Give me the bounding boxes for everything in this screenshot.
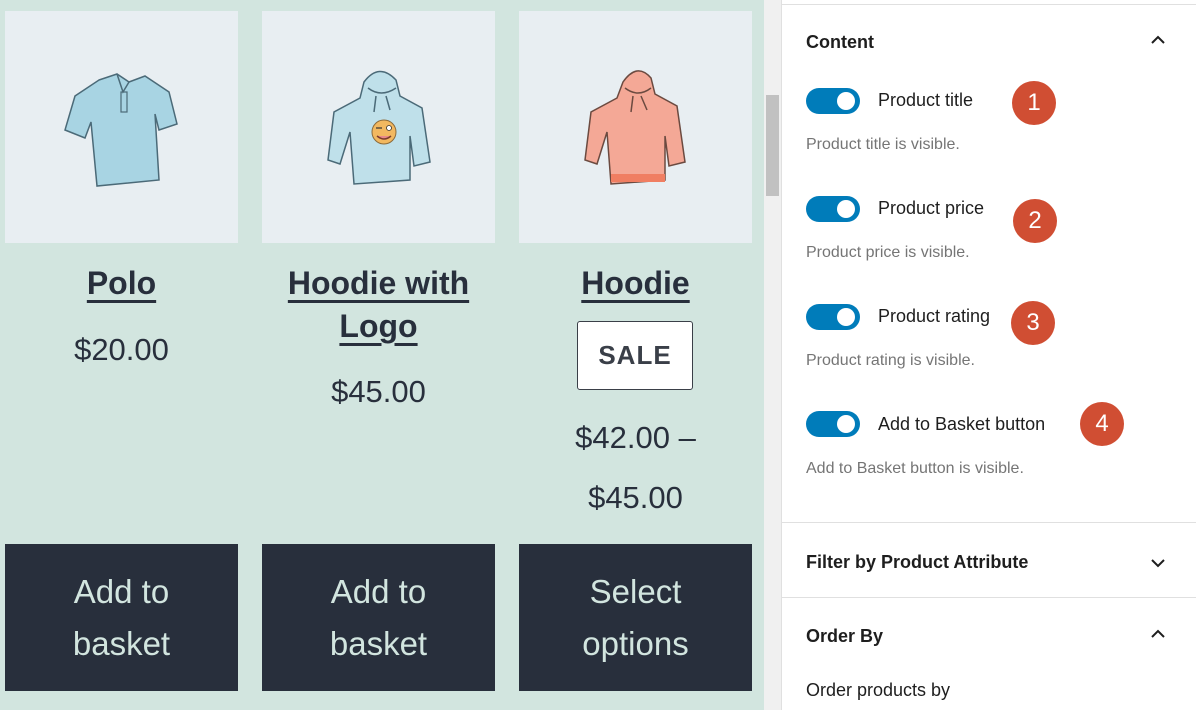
panel-title-content[interactable]: Content bbox=[806, 32, 874, 53]
panel-title-filter-by-attribute[interactable]: Filter by Product Attribute bbox=[806, 552, 1028, 573]
toggle-knob bbox=[837, 308, 855, 326]
product-title-toggle[interactable] bbox=[806, 88, 860, 114]
annotation-badge-1: 1 bbox=[1012, 81, 1056, 125]
product-title-link[interactable]: Polo bbox=[87, 265, 156, 301]
editor-canvas: Polo $20.00 Add to basket Hoodie with Lo… bbox=[0, 0, 764, 710]
product-title[interactable]: Polo bbox=[5, 262, 238, 305]
hoodie-with-logo-image bbox=[326, 70, 431, 185]
add-to-basket-help: Add to Basket button is visible. bbox=[806, 460, 1024, 477]
product-title-link[interactable]: Hoodie with bbox=[288, 265, 469, 301]
block-inspector-sidebar: Content Product title 1 Product title is… bbox=[782, 0, 1196, 710]
select-options-button[interactable]: Select options bbox=[519, 544, 752, 691]
polo-shirt-image bbox=[63, 73, 178, 187]
hoodie-image bbox=[583, 70, 686, 185]
product-title-help: Product title is visible. bbox=[806, 136, 960, 153]
toggle-knob bbox=[837, 415, 855, 433]
chevron-up-icon[interactable] bbox=[1148, 30, 1168, 50]
product-title-toggle-label[interactable]: Product title bbox=[878, 90, 973, 111]
chevron-up-icon[interactable] bbox=[1148, 624, 1168, 644]
product-rating-toggle[interactable] bbox=[806, 304, 860, 330]
product-price-range-max: $45.00 bbox=[588, 480, 683, 515]
product-image-hoodie-with-logo[interactable] bbox=[262, 11, 495, 243]
add-to-basket-button[interactable]: Add to basket bbox=[5, 544, 238, 691]
product-title-link[interactable]: Hoodie bbox=[581, 265, 689, 301]
canvas-scrollbar-thumb[interactable] bbox=[766, 95, 779, 196]
product-price: $20.00 bbox=[74, 332, 169, 367]
order-products-by-label: Order products by bbox=[806, 680, 951, 700]
product-price: $45.00 bbox=[331, 374, 426, 409]
product-price-toggle-label[interactable]: Product price bbox=[878, 198, 984, 219]
panel-divider bbox=[782, 522, 1196, 523]
toggle-knob bbox=[837, 200, 855, 218]
product-image-hoodie[interactable] bbox=[519, 11, 752, 243]
add-to-basket-toggle[interactable] bbox=[806, 411, 860, 437]
sale-badge: SALE bbox=[577, 321, 693, 390]
annotation-badge-4: 4 bbox=[1080, 402, 1124, 446]
add-to-basket-button[interactable]: Add to basket bbox=[262, 544, 495, 691]
product-price-range-min: $42.00 – bbox=[575, 420, 696, 455]
panel-divider bbox=[782, 597, 1196, 598]
product-rating-toggle-label[interactable]: Product rating bbox=[878, 306, 990, 327]
toggle-knob bbox=[837, 92, 855, 110]
annotation-badge-2: 2 bbox=[1013, 199, 1057, 243]
product-title[interactable]: Hoodie bbox=[519, 262, 752, 305]
add-to-basket-toggle-label[interactable]: Add to Basket button bbox=[878, 414, 1045, 435]
annotation-badge-3: 3 bbox=[1011, 301, 1055, 345]
panel-divider bbox=[782, 4, 1196, 5]
product-price-toggle[interactable] bbox=[806, 196, 860, 222]
product-price-help: Product price is visible. bbox=[806, 244, 970, 261]
chevron-down-icon[interactable] bbox=[1148, 553, 1168, 573]
product-title-link[interactable]: Logo bbox=[339, 308, 417, 344]
panel-title-order-by[interactable]: Order By bbox=[806, 626, 883, 647]
product-rating-help: Product rating is visible. bbox=[806, 352, 975, 369]
product-title[interactable]: Hoodie with Logo bbox=[262, 262, 495, 348]
product-image-polo[interactable] bbox=[5, 11, 238, 243]
